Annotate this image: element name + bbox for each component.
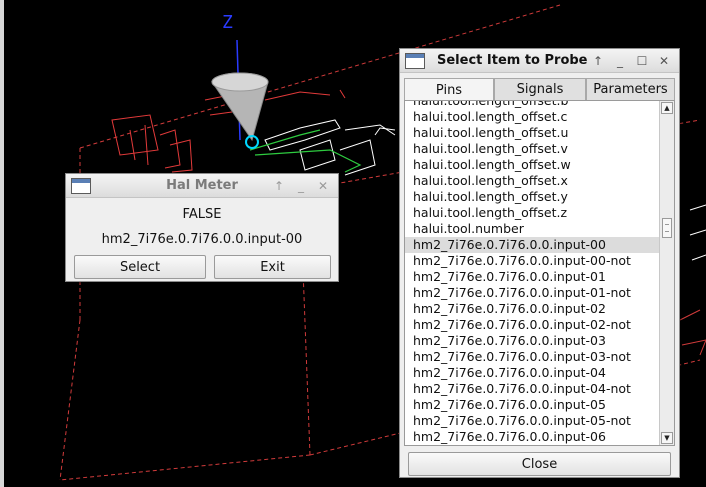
list-item[interactable]: hm2_7i76e.0.7i76.0.0.input-00-not — [405, 253, 661, 269]
list-item[interactable]: halui.tool.length_offset.x — [405, 173, 661, 189]
meter-value: FALSE — [182, 207, 222, 222]
maximize-icon[interactable]: ☐ — [631, 51, 653, 71]
probe-window: Select Item to Probe ↑ _ ☐ ✕ Pins Signal… — [399, 48, 680, 478]
meter-pin-name: hm2_7i76e.0.7i76.0.0.input-00 — [101, 232, 303, 247]
list-item[interactable]: halui.tool.number — [405, 221, 661, 237]
tab-pins[interactable]: Pins — [404, 78, 494, 101]
list-item[interactable]: hm2_7i76e.0.7i76.0.0.input-03-not — [405, 349, 661, 365]
pin-list[interactable]: halui.tool.length_offset.b halui.tool.len… — [404, 100, 675, 446]
list-item[interactable]: hm2_7i76e.0.7i76.0.0.input-00 — [405, 237, 661, 253]
list-item[interactable]: halui.tool.length_offset.b — [405, 101, 661, 109]
keep-above-icon[interactable]: ↑ — [587, 51, 609, 71]
list-item[interactable]: halui.tool.length_offset.u — [405, 125, 661, 141]
exit-button[interactable]: Exit — [214, 255, 331, 279]
tab-signals[interactable]: Signals — [494, 78, 586, 100]
list-item[interactable]: hm2_7i76e.0.7i76.0.0.input-01 — [405, 269, 661, 285]
probe-tabs: Pins Signals Parameters — [404, 78, 675, 101]
list-scrollbar[interactable]: ▲ ▼ — [659, 101, 674, 445]
probe-titlebar[interactable]: Select Item to Probe ↑ _ ☐ ✕ — [400, 49, 679, 73]
window-menu-icon[interactable] — [405, 53, 425, 69]
list-item[interactable]: hm2_7i76e.0.7i76.0.0.input-06 — [405, 429, 661, 445]
keep-above-icon[interactable]: ↑ — [268, 176, 290, 196]
list-item[interactable]: hm2_7i76e.0.7i76.0.0.input-05-not — [405, 413, 661, 429]
list-item[interactable]: hm2_7i76e.0.7i76.0.0.input-04 — [405, 365, 661, 381]
tab-parameters[interactable]: Parameters — [586, 78, 675, 100]
list-item[interactable]: halui.tool.length_offset.y — [405, 189, 661, 205]
list-item[interactable]: halui.tool.length_offset.c — [405, 109, 661, 125]
scroll-down-arrow-icon[interactable]: ▼ — [661, 432, 673, 444]
list-item[interactable]: hm2_7i76e.0.7i76.0.0.input-02-not — [405, 317, 661, 333]
scrollbar-thumb[interactable] — [662, 218, 672, 238]
list-item[interactable]: hm2_7i76e.0.7i76.0.0.input-05 — [405, 397, 661, 413]
list-item[interactable]: halui.tool.length_offset.z — [405, 205, 661, 221]
list-item[interactable]: halui.tool.length_offset.w — [405, 157, 661, 173]
hal-meter-window: Hal Meter ↑ _ ✕ FALSE hm2_7i76e.0.7i76.0… — [65, 173, 339, 282]
z-axis-label: Z — [222, 12, 233, 33]
minimize-icon[interactable]: _ — [290, 176, 312, 196]
list-item[interactable]: hm2_7i76e.0.7i76.0.0.input-04-not — [405, 381, 661, 397]
close-button[interactable]: Close — [408, 452, 671, 476]
hal-meter-titlebar[interactable]: Hal Meter ↑ _ ✕ — [66, 174, 338, 198]
list-item[interactable]: hm2_7i76e.0.7i76.0.0.input-02 — [405, 301, 661, 317]
close-icon[interactable]: ✕ — [312, 176, 334, 196]
scroll-up-arrow-icon[interactable]: ▲ — [661, 102, 673, 114]
list-item[interactable]: hm2_7i76e.0.7i76.0.0.input-01-not — [405, 285, 661, 301]
list-item[interactable]: hm2_7i76e.0.7i76.0.0.input-03 — [405, 333, 661, 349]
list-item[interactable]: halui.tool.length_offset.v — [405, 141, 661, 157]
minimize-icon[interactable]: _ — [609, 51, 631, 71]
probe-title: Select Item to Probe — [437, 53, 588, 68]
select-button[interactable]: Select — [74, 255, 206, 279]
close-icon[interactable]: ✕ — [653, 51, 675, 71]
